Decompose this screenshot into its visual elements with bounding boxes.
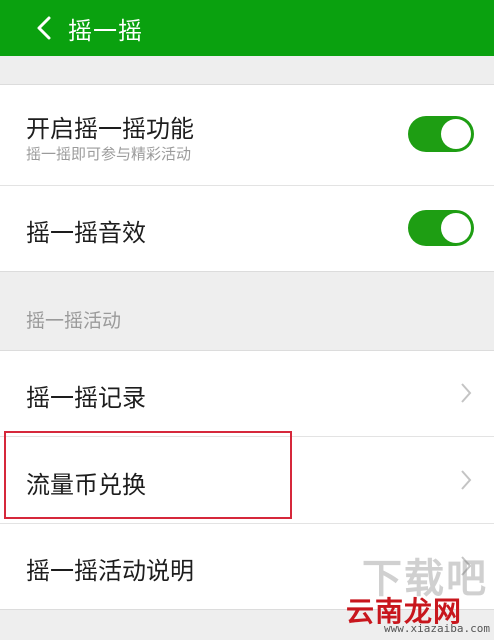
enable-shake-label: 开启摇一摇功能 — [26, 115, 194, 143]
toggle-knob — [441, 213, 471, 243]
shake-sound-toggle[interactable] — [408, 210, 474, 246]
chevron-right-icon — [461, 383, 472, 403]
enable-shake-toggle[interactable] — [408, 116, 474, 152]
shake-sound-label: 摇一摇音效 — [26, 219, 146, 247]
watermark-url: www.xiazaiba.com — [384, 622, 490, 635]
section-header-activities: 摇一摇活动 — [26, 310, 122, 332]
chevron-left-icon — [37, 16, 51, 40]
top-bar: 摇一摇 — [0, 0, 494, 56]
page-title: 摇一摇 — [68, 16, 143, 45]
back-button[interactable] — [22, 6, 66, 50]
toggle-knob — [441, 119, 471, 149]
list-item-label: 摇一摇活动说明 — [26, 557, 194, 585]
enable-shake-subtitle: 摇一摇即可参与精彩活动 — [26, 145, 192, 163]
shake-sound-row[interactable]: 摇一摇音效 — [0, 186, 494, 271]
enable-shake-row[interactable]: 开启摇一摇功能 摇一摇即可参与精彩活动 — [0, 85, 494, 185]
watermark: 下载吧 云南龙网 www.xiazaiba.com — [340, 546, 490, 636]
settings-card: 开启摇一摇功能 摇一摇即可参与精彩活动 摇一摇音效 — [0, 84, 494, 272]
chevron-right-icon — [461, 470, 472, 490]
list-item-shake-records[interactable]: 摇一摇记录 — [0, 351, 494, 436]
highlight-box — [4, 431, 292, 519]
list-item-label: 摇一摇记录 — [26, 384, 146, 412]
